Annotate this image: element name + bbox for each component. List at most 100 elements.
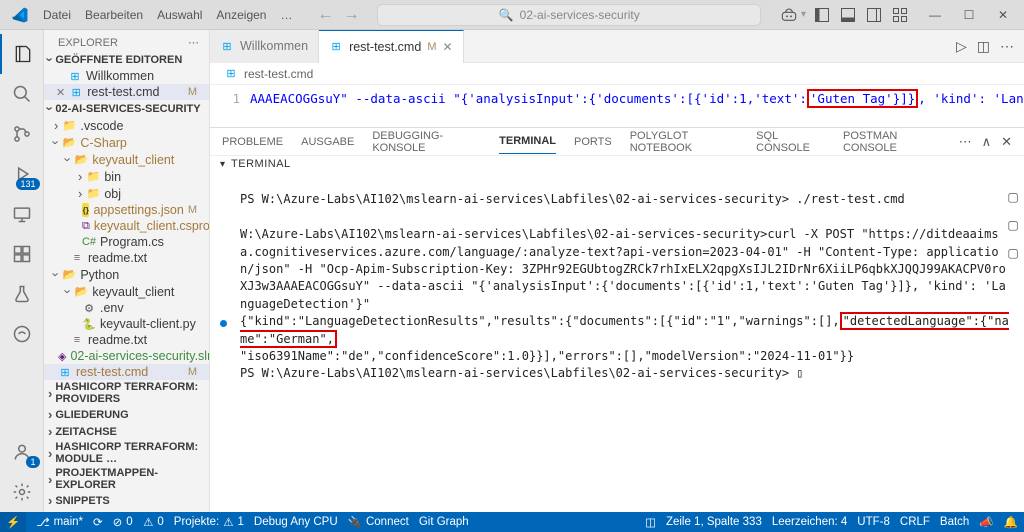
section-projektmappen[interactable]: PROJEKTMAPPEN-EXPLORER xyxy=(44,466,209,492)
open-editors-section[interactable]: GEÖFFNETE EDITOREN xyxy=(44,51,209,68)
sidebar-explorer: EXPLORER ⋯ GEÖFFNETE EDITOREN ⊞Willkomme… xyxy=(44,30,210,512)
menu-selection[interactable]: Auswahl xyxy=(150,4,209,26)
status-encoding[interactable]: UTF-8 xyxy=(857,516,890,528)
copilot-icon[interactable] xyxy=(779,5,799,25)
terminal-pwsh-icon[interactable]: ▢ xyxy=(1007,190,1018,204)
window-close-icon[interactable]: ✕ xyxy=(986,1,1020,29)
status-cursor-pos[interactable]: Zeile 1, Spalte 333 xyxy=(666,516,762,528)
editor-highlight-guten-tag: 'Guten Tag'}]} xyxy=(807,89,918,108)
menu-file[interactable]: Datei xyxy=(36,4,78,26)
tree-readme1[interactable]: ≡readme.txt xyxy=(44,250,209,266)
panel-more-icon[interactable]: ⋯ xyxy=(959,128,972,156)
activity-search-icon[interactable] xyxy=(0,74,44,114)
panel-tab-debug[interactable]: DEBUGGING-KONSOLE xyxy=(372,124,481,160)
activity-explorer-icon[interactable] xyxy=(0,34,44,74)
editor-run-icon[interactable]: ▷ xyxy=(956,38,967,55)
tree-python[interactable]: 📂Python xyxy=(44,266,209,283)
panel-tab-ausgabe[interactable]: AUSGABE xyxy=(301,130,354,154)
panel-tab-terminal[interactable]: TERMINAL xyxy=(499,129,556,154)
status-feedback-icon[interactable]: 📣 xyxy=(979,515,993,529)
tree-keyvault-client[interactable]: 📂keyvault_client xyxy=(44,151,209,168)
status-bell-icon[interactable]: 🔔 xyxy=(1004,515,1018,529)
nav-arrows: ← → xyxy=(317,6,359,24)
menu-view[interactable]: Anzeigen xyxy=(209,4,273,26)
panel-tab-polyglot[interactable]: POLYGLOT NOTEBOOK xyxy=(630,124,738,160)
nav-back-icon[interactable]: ← xyxy=(317,6,333,24)
tree-csproj[interactable]: ⧉keyvault_client.csprojM xyxy=(44,218,209,234)
tree-rest-test[interactable]: ⊞rest-test.cmdM xyxy=(44,364,209,380)
open-editor-rest-test[interactable]: ✕⊞rest-test.cmdM xyxy=(44,84,209,100)
status-problems[interactable]: ⊘ 0 ⚠ 0 xyxy=(113,515,164,529)
tab-welcome[interactable]: ⊞Willkommen xyxy=(210,30,319,63)
activity-remote-icon[interactable] xyxy=(0,194,44,234)
status-connect[interactable]: 🔌 Connect xyxy=(348,515,409,529)
activity-debug-icon[interactable]: 131 xyxy=(0,154,44,194)
panel-tab-ports[interactable]: PORTS xyxy=(574,130,612,154)
tree-obj[interactable]: 📁obj xyxy=(44,185,209,202)
section-hashicorp-module[interactable]: HASHICORP TERRAFORM: MODULE … xyxy=(44,440,209,466)
tree-vscode[interactable]: 📁.vscode xyxy=(44,117,209,134)
status-debug-config[interactable]: Debug Any CPU xyxy=(254,516,338,528)
panel-tab-postman[interactable]: POSTMAN CONSOLE xyxy=(843,124,941,160)
tree-keyvault-client-pyfile[interactable]: 🐍keyvault-client.py xyxy=(44,316,209,332)
layout-right-icon[interactable] xyxy=(864,5,884,25)
section-snippets[interactable]: SNIPPETS xyxy=(44,492,209,509)
section-hashicorp-providers[interactable]: HASHICORP TERRAFORM: PROVIDERS xyxy=(44,380,209,406)
status-projects[interactable]: Projekte: ⚠ 1 xyxy=(174,515,244,529)
activity-source-control-icon[interactable] xyxy=(0,114,44,154)
panel-tab-probleme[interactable]: PROBLEME xyxy=(222,130,283,154)
search-icon: 🔍 xyxy=(499,8,514,22)
terminal-output[interactable]: PS W:\Azure-Labs\AI102\mslearn-ai-servic… xyxy=(210,172,1024,512)
activity-test-icon[interactable] xyxy=(0,274,44,314)
open-editor-welcome[interactable]: ⊞Willkommen xyxy=(44,68,209,84)
activity-postman-icon[interactable] xyxy=(0,314,44,354)
layout-bottom-icon[interactable] xyxy=(838,5,858,25)
activity-account-icon[interactable]: 1 xyxy=(0,432,44,472)
layout-customize-icon[interactable] xyxy=(890,5,910,25)
status-gitgraph[interactable]: Git Graph xyxy=(419,516,469,528)
code-editor[interactable]: 1 AAAEACOGGsuY" --data-ascii "{'analysis… xyxy=(210,85,1024,127)
terminal-header[interactable]: ▾ TERMINAL xyxy=(210,156,1024,172)
status-indent[interactable]: Leerzeichen: 4 xyxy=(772,516,847,528)
explorer-more-icon[interactable]: ⋯ xyxy=(188,36,199,49)
panel-close-icon[interactable]: ✕ xyxy=(1001,128,1012,156)
section-gliederung[interactable]: GLIEDERUNG xyxy=(44,406,209,423)
window-maximize-icon[interactable]: ☐ xyxy=(952,1,986,29)
panel: PROBLEME AUSGABE DEBUGGING-KONSOLE TERMI… xyxy=(210,127,1024,512)
tree-sln[interactable]: ◈02-ai-services-security.slnU xyxy=(44,348,209,364)
tree-readme2[interactable]: ≡readme.txt xyxy=(44,332,209,348)
editor-split-icon[interactable]: ◫ xyxy=(977,38,990,55)
panel-maximize-icon[interactable]: ∧ xyxy=(982,128,992,156)
nav-forward-icon[interactable]: → xyxy=(343,6,359,24)
terminal-pwsh-icon-2[interactable]: ▢ xyxy=(1007,218,1018,232)
section-zeitachse[interactable]: ZEITACHSE xyxy=(44,423,209,440)
tree-keyvault-client-py[interactable]: 📂keyvault_client xyxy=(44,283,209,300)
terminal-pwsh-icon-3[interactable]: ▢ xyxy=(1007,246,1018,260)
status-layout-icon[interactable]: ◫ xyxy=(645,515,656,529)
command-center[interactable]: 🔍 02-ai-services-security xyxy=(377,4,761,26)
tree-env[interactable]: ⚙.env xyxy=(44,300,209,316)
activity-settings-icon[interactable] xyxy=(0,472,44,512)
workspace-section[interactable]: 02-AI-SERVICES-SECURITY xyxy=(44,100,209,117)
menu-more[interactable]: … xyxy=(273,4,299,26)
status-remote-icon[interactable]: ⚡ xyxy=(0,512,26,532)
tab-close-icon[interactable]: ✕ xyxy=(442,40,452,54)
panel-tab-sql[interactable]: SQL CONSOLE xyxy=(756,124,825,160)
status-sync-icon[interactable]: ⟳ xyxy=(93,515,103,529)
title-bar: Datei Bearbeiten Auswahl Anzeigen … ← → … xyxy=(0,0,1024,30)
tree-csharp[interactable]: 📂C-Sharp xyxy=(44,134,209,151)
window-minimize-icon[interactable]: — xyxy=(918,1,952,29)
layout-left-icon[interactable] xyxy=(812,5,832,25)
status-language[interactable]: Batch xyxy=(940,516,969,528)
breadcrumb[interactable]: ⊞rest-test.cmd xyxy=(210,63,1024,85)
explorer-title: EXPLORER xyxy=(58,37,118,49)
tree-programcs[interactable]: C#Program.cs xyxy=(44,234,209,250)
editor-more-icon[interactable]: ⋯ xyxy=(1000,38,1014,55)
status-branch[interactable]: ⎇ main* xyxy=(36,515,83,529)
tree-bin[interactable]: 📁bin xyxy=(44,168,209,185)
tab-rest-test[interactable]: ⊞rest-test.cmdM✕ xyxy=(319,30,463,63)
status-eol[interactable]: CRLF xyxy=(900,516,930,528)
menu-edit[interactable]: Bearbeiten xyxy=(78,4,150,26)
activity-extensions-icon[interactable] xyxy=(0,234,44,274)
tree-appsettings[interactable]: {}appsettings.jsonM xyxy=(44,202,209,218)
